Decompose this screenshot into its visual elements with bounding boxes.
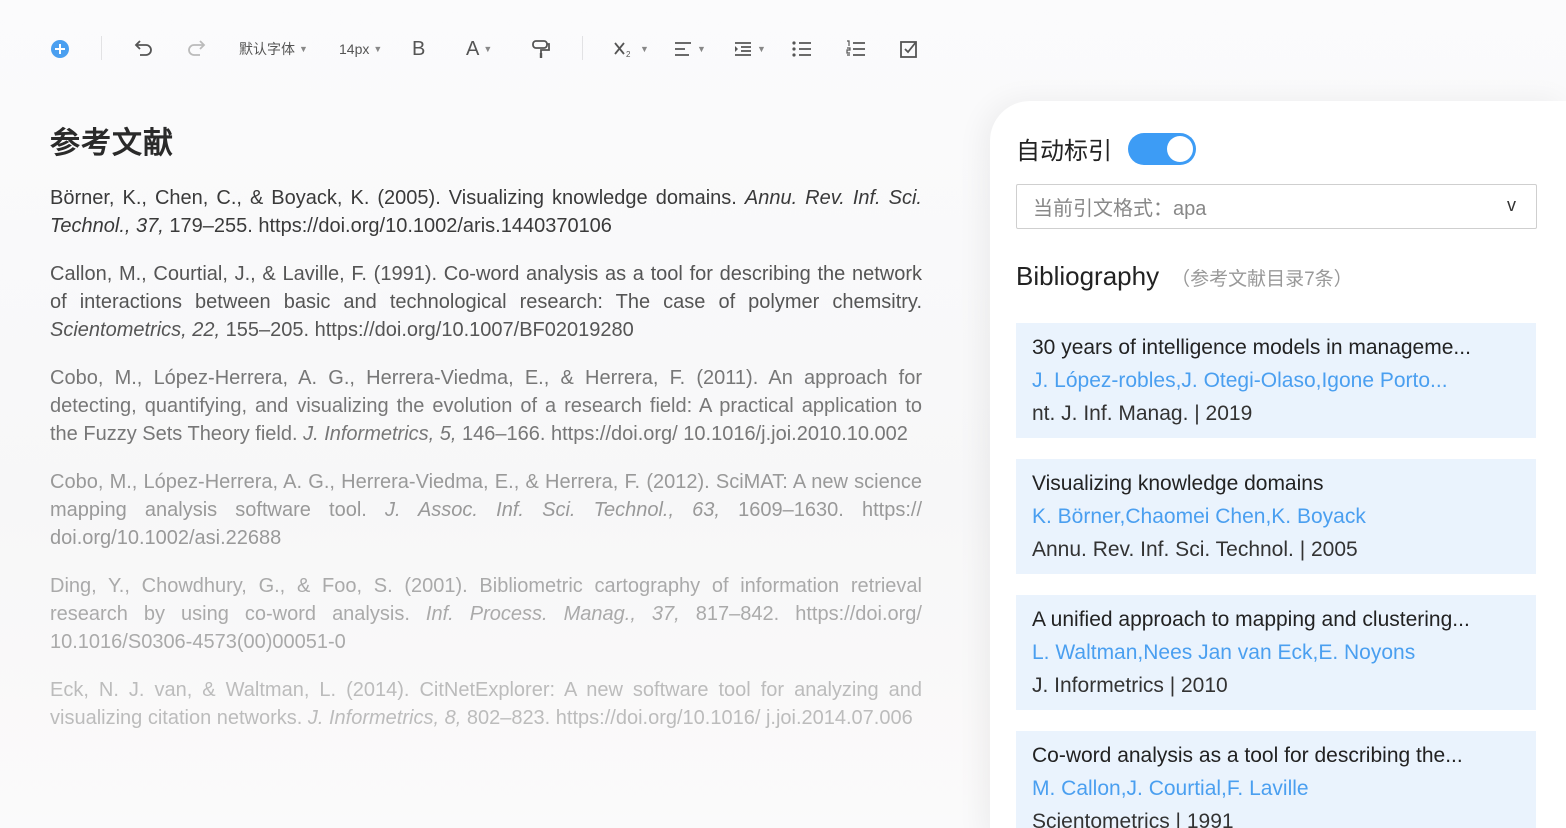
card-journal: nt. J. Inf. Manag. | 2019 xyxy=(1032,402,1253,425)
caret-down-icon: ▼ xyxy=(757,44,766,54)
reference-doi: 146–166. https://doi.org/ 10.1016/j.joi.… xyxy=(456,423,908,445)
reference-source: Scientometrics, 22, xyxy=(50,319,221,341)
toggle-knob xyxy=(1167,135,1193,162)
card-authors[interactable]: M. Callon,J. Courtial,F. Laville xyxy=(1032,776,1520,802)
citation-format-value: 当前引文格式：apa xyxy=(1033,198,1207,220)
svg-text:2: 2 xyxy=(626,50,631,59)
font-size-select[interactable]: 14px ▼ xyxy=(339,36,382,62)
bibliography-title: Bibliography xyxy=(1016,261,1160,291)
reference-source: J. Informetrics, 5, xyxy=(303,423,457,445)
add-icon[interactable] xyxy=(50,36,70,62)
align-icon[interactable]: ▼ xyxy=(673,36,706,62)
bibliography-card[interactable]: A unified approach to mapping and cluste… xyxy=(1016,595,1536,710)
reference-source: Inf. Process. Manag., 37, xyxy=(425,603,680,625)
card-title: 30 years of intelligence models in manag… xyxy=(1032,336,1471,359)
bibliography-card[interactable]: 30 years of intelligence models in manag… xyxy=(1016,323,1536,438)
caret-down-icon: ▼ xyxy=(299,44,308,54)
card-journal: Annu. Rev. Inf. Sci. Technol. | 2005 xyxy=(1032,538,1358,561)
redo-icon[interactable] xyxy=(186,36,208,62)
chevron-down-icon: v xyxy=(1507,195,1516,215)
reference-source: J. Assoc. Inf. Sci. Technol., 63, xyxy=(385,499,720,521)
card-journal: Scientometrics | 1991 xyxy=(1032,810,1234,828)
citation-format-select[interactable]: 当前引文格式：apa v xyxy=(1016,184,1537,229)
card-authors[interactable]: K. Börner,Chaomei Chen,K. Boyack xyxy=(1032,504,1520,530)
toolbar-divider xyxy=(582,36,583,60)
caret-down-icon: ▼ xyxy=(373,44,383,54)
toolbar-divider xyxy=(101,36,102,60)
checkbox-icon[interactable] xyxy=(899,36,919,62)
card-authors[interactable]: L. Waltman,Nees Jan van Eck,E. Noyons xyxy=(1032,640,1520,666)
subscript-icon[interactable]: 2 ▼ xyxy=(612,36,649,62)
auto-cite-row: 自动标引 xyxy=(1016,131,1196,166)
bullet-list-icon[interactable] xyxy=(791,36,813,62)
reference-item: Callon, M., Courtial, J., & Laville, F. … xyxy=(50,260,922,344)
card-title: A unified approach to mapping and cluste… xyxy=(1032,608,1470,631)
bibliography-count: （参考文献目录7条） xyxy=(1171,269,1353,290)
card-title: Visualizing knowledge domains xyxy=(1032,472,1324,495)
undo-icon[interactable] xyxy=(132,36,154,62)
reference-item: Cobo, M., López-Herrera, A. G., Herrera-… xyxy=(50,364,922,448)
page-title: 参考文献 xyxy=(50,127,174,160)
reference-source: J. Informetrics, 8, xyxy=(307,707,462,729)
caret-down-icon: ▼ xyxy=(640,44,649,54)
document-fade-overlay xyxy=(0,780,990,828)
caret-down-icon: ▼ xyxy=(483,44,493,54)
auto-cite-toggle[interactable] xyxy=(1128,132,1196,165)
reference-item: Börner, K., Chen, C., & Boyack, K. (2005… xyxy=(50,184,922,240)
reference-doi: 155–205. https://doi.org/10.1007/BF02019… xyxy=(220,319,634,341)
citation-panel: 自动标引 当前引文格式：apa v Bibliography （参考文献目录7条… xyxy=(990,101,1566,828)
bold-button[interactable]: B xyxy=(412,36,425,62)
reference-doi: 802–823. https://doi.org/10.1016/ j.joi.… xyxy=(461,707,913,729)
font-family-value: 默认字体 xyxy=(239,41,295,57)
card-authors[interactable]: J. López-robles,J. Otegi-Olaso,Igone Por… xyxy=(1032,368,1520,394)
card-title: Co-word analysis as a tool for describin… xyxy=(1032,744,1463,767)
card-journal: J. Informetrics | 2010 xyxy=(1032,674,1228,697)
reference-text: Callon, M., Courtial, J., & Laville, F. … xyxy=(50,263,922,313)
numbered-list-icon[interactable] xyxy=(845,36,867,62)
text-color-button[interactable]: A ▼ xyxy=(466,36,492,62)
reference-item: Cobo, M., López-Herrera, A. G., Herrera-… xyxy=(50,468,922,552)
reference-item: Eck, N. J. van, & Waltman, L. (2014). Ci… xyxy=(50,676,922,732)
indent-icon[interactable]: ▼ xyxy=(733,36,766,62)
format-painter-icon[interactable] xyxy=(530,36,552,62)
bibliography-card[interactable]: Co-word analysis as a tool for describin… xyxy=(1016,731,1536,828)
reference-item: Ding, Y., Chowdhury, G., & Foo, S. (2001… xyxy=(50,572,922,656)
document-body[interactable]: 参考文献 Börner, K., Chen, C., & Boyack, K. … xyxy=(50,118,922,752)
bibliography-card[interactable]: Visualizing knowledge domains K. Börner,… xyxy=(1016,459,1536,574)
bibliography-header: Bibliography （参考文献目录7条） xyxy=(1016,261,1353,292)
auto-cite-label: 自动标引 xyxy=(1016,138,1112,165)
reference-text: Börner, K., Chen, C., & Boyack, K. (2005… xyxy=(50,187,745,209)
caret-down-icon: ▼ xyxy=(697,44,706,54)
font-family-select[interactable]: 默认字体 ▼ xyxy=(239,36,308,62)
bold-label: B xyxy=(412,37,426,60)
reference-doi: 179–255. https://doi.org/10.1002/aris.14… xyxy=(163,215,612,237)
editor-toolbar: 默认字体 ▼ 14px ▼ B A ▼ 2 ▼ ▼ ▼ xyxy=(0,22,960,74)
font-size-value: 14px xyxy=(339,41,370,57)
text-color-label: A xyxy=(466,37,480,60)
